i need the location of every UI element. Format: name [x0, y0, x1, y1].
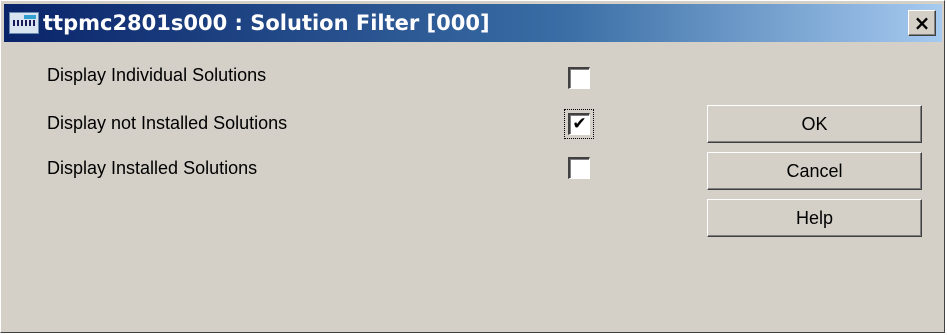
help-button[interactable]: Help	[707, 199, 922, 237]
option-label-individual-solutions: Display Individual Solutions	[47, 65, 267, 85]
ok-button[interactable]: OK	[707, 105, 922, 143]
title-bar[interactable]: ttpmc2801s000 : Solution Filter [000] ×	[4, 4, 942, 42]
checkbox-box: ✔	[568, 113, 590, 135]
checkbox-box	[568, 67, 590, 89]
app-icon	[9, 12, 39, 34]
option-label-not-installed-solutions: Display not Installed Solutions	[47, 113, 288, 133]
checkbox-not-installed-solutions[interactable]: ✔	[563, 108, 595, 140]
checkbox-installed-solutions[interactable]	[563, 152, 595, 184]
window-title: ttpmc2801s000 : Solution Filter [000]	[43, 11, 490, 35]
option-label-installed-solutions: Display Installed Solutions	[47, 158, 258, 178]
cancel-button[interactable]: Cancel	[707, 152, 922, 190]
checkbox-individual-solutions[interactable]	[563, 62, 595, 94]
checkbox-box	[568, 157, 590, 179]
solution-filter-dialog: ttpmc2801s000 : Solution Filter [000] × …	[0, 0, 945, 333]
close-button[interactable]: ×	[908, 10, 936, 36]
